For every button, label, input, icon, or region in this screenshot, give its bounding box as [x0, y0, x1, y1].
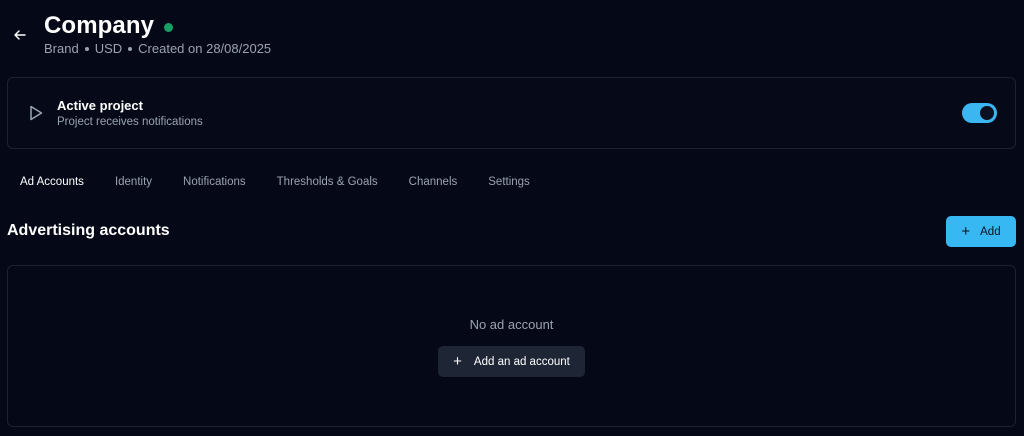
page-title: Company [44, 12, 155, 39]
meta-separator [128, 46, 133, 51]
add-ad-account-label: Add an ad account [473, 355, 570, 368]
tab-identity[interactable]: Identity [115, 176, 152, 188]
arrow-left-icon [14, 30, 26, 40]
active-project-toggle[interactable] [962, 103, 997, 123]
active-project-card: Active project Project receives notifica… [7, 77, 1016, 149]
page: Company Brand USD Created on 28/08/2025 … [0, 0, 1024, 436]
empty-state-message: No ad account [469, 317, 554, 332]
tab-notifications[interactable]: Notifications [183, 176, 246, 188]
tab-channels[interactable]: Channels [409, 176, 458, 188]
back-button[interactable] [10, 26, 30, 44]
status-dot [164, 22, 174, 32]
meta-currency: USD [94, 41, 123, 56]
ad-accounts-panel: No ad account + Add an ad account [7, 265, 1016, 427]
section-title: Advertising accounts [7, 222, 170, 239]
tab-settings[interactable]: Settings [488, 176, 530, 188]
meta-type: Brand [44, 41, 79, 56]
title-row: Company [44, 12, 174, 40]
tab-ad-accounts[interactable]: Ad Accounts [20, 176, 84, 188]
play-icon [30, 105, 43, 121]
meta-separator [84, 46, 89, 51]
toggle-knob [980, 106, 994, 120]
add-button[interactable]: + Add [946, 216, 1016, 247]
add-button-label: Add [980, 225, 1001, 238]
plus-icon: + [961, 223, 971, 240]
plus-icon: + [453, 353, 462, 370]
add-ad-account-button[interactable]: + Add an ad account [438, 346, 585, 377]
page-meta: Brand USD Created on 28/08/2025 [44, 41, 271, 56]
project-title: Active project [57, 98, 143, 113]
tab-bar: Ad Accounts Identity Notifications Thres… [20, 176, 561, 188]
meta-created: Created on 28/08/2025 [138, 41, 272, 56]
project-subtitle: Project receives notifications [57, 116, 203, 128]
tab-thresholds-goals[interactable]: Thresholds & Goals [277, 176, 378, 188]
